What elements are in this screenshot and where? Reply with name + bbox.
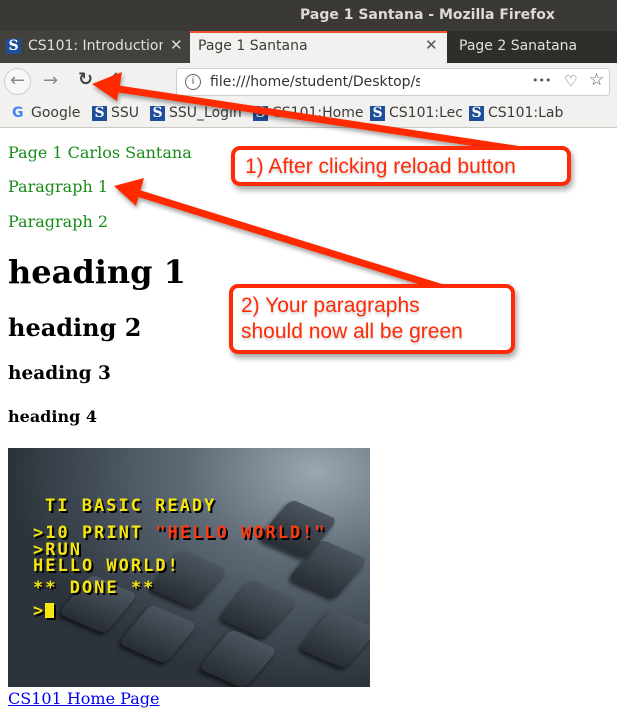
callout-text: 1) After clicking reload button (245, 155, 516, 178)
keyboard-key (218, 579, 298, 639)
pocket-icon[interactable]: ♡ (564, 72, 577, 90)
tab-bar: S CS101: Introduction to C ✕ Page 1 Sant… (0, 31, 617, 63)
navigation-toolbar: ← → ↻ ⌂ i file:///home/student/Desktop/s… (0, 63, 617, 101)
tab-page2-sanatana[interactable]: Page 2 Sanatana (447, 31, 617, 63)
keyboard-terminal-image: TI BASIC READY >10 PRINT "HELLO WORLD!" … (8, 448, 370, 687)
reload-button[interactable]: ↻ (78, 69, 93, 90)
paragraph-2: Paragraph 2 (8, 212, 109, 231)
terminal-prompt: > (33, 601, 46, 621)
bookmarks-toolbar: G Google S SSU S SSU_Login S CS101:Home … (0, 101, 617, 128)
back-button[interactable]: ← (4, 68, 31, 95)
bookmark-star-icon[interactable]: ☆ (589, 70, 604, 90)
close-tab-icon[interactable]: ✕ (425, 36, 438, 54)
bookmark-label: SSU_Login (169, 105, 242, 121)
url-bar[interactable]: i file:///home/student/Desktop/santana_c… (176, 68, 610, 96)
url-text[interactable]: file:///home/student/Desktop/santana_c_p (210, 74, 420, 90)
paragraph-1: Paragraph 1 (8, 177, 109, 196)
heading-2: heading 2 (8, 313, 142, 342)
bookmark-label: Google (31, 105, 81, 121)
tab-page1-santana[interactable]: Page 1 Santana ✕ (190, 31, 447, 63)
tab-label: CS101: Introduction to C (28, 38, 163, 54)
callout-text-line-2: should now all be green (241, 320, 463, 343)
cs101-home-page-link[interactable]: CS101 Home Page (8, 689, 159, 708)
forward-button[interactable]: → (43, 70, 58, 91)
callout-reload-instruction: 1) After clicking reload button (231, 146, 571, 186)
callout-green-paragraphs: 2) Your paragraphs should now all be gre… (229, 284, 515, 354)
ssu-favicon-icon: S (150, 106, 165, 121)
ssu-favicon-icon: S (92, 106, 107, 121)
tab-cs101-intro[interactable]: S CS101: Introduction to C ✕ (0, 31, 190, 63)
terminal-line-6: > (33, 601, 55, 621)
ssu-favicon-icon: S (6, 39, 21, 54)
bookmark-label: CS101:Lab (488, 105, 564, 121)
terminal-line-4: HELLO WORLD! (33, 556, 180, 576)
heading-3: heading 3 (8, 363, 111, 384)
bookmark-label: CS101:Home (272, 105, 364, 121)
close-tab-icon[interactable]: ✕ (170, 36, 183, 54)
keyboard-key (298, 609, 370, 669)
window-title: Page 1 Santana - Mozilla Firefox (300, 7, 555, 23)
ssu-favicon-icon: S (253, 106, 268, 121)
ssu-favicon-icon: S (469, 106, 484, 121)
keyboard-key (198, 629, 278, 687)
terminal-line-1: TI BASIC READY (45, 496, 217, 516)
ssu-favicon-icon: S (370, 106, 385, 121)
tab-label: Page 1 Santana (198, 38, 308, 54)
heading-4: heading 4 (8, 407, 97, 426)
google-icon: G (12, 105, 24, 121)
heading-1: heading 1 (8, 253, 186, 291)
terminal-cursor (45, 603, 55, 618)
callout-text-line-1: 2) Your paragraphs (241, 294, 420, 317)
paragraph-title: Page 1 Carlos Santana (8, 143, 192, 162)
window-titlebar: Page 1 Santana - Mozilla Firefox (0, 0, 617, 31)
terminal-line-5: ** DONE ** (33, 578, 156, 598)
page-actions-icon[interactable]: ••• (532, 74, 551, 87)
bookmark-label: CS101:Lec (389, 105, 463, 121)
info-icon[interactable]: i (185, 74, 201, 90)
terminal-print-string: "HELLO WORLD!" (155, 523, 327, 543)
bookmark-label: SSU (111, 105, 140, 121)
keyboard-key (118, 604, 198, 664)
tab-label: Page 2 Sanatana (459, 38, 578, 54)
home-button[interactable]: ⌂ (110, 67, 121, 88)
